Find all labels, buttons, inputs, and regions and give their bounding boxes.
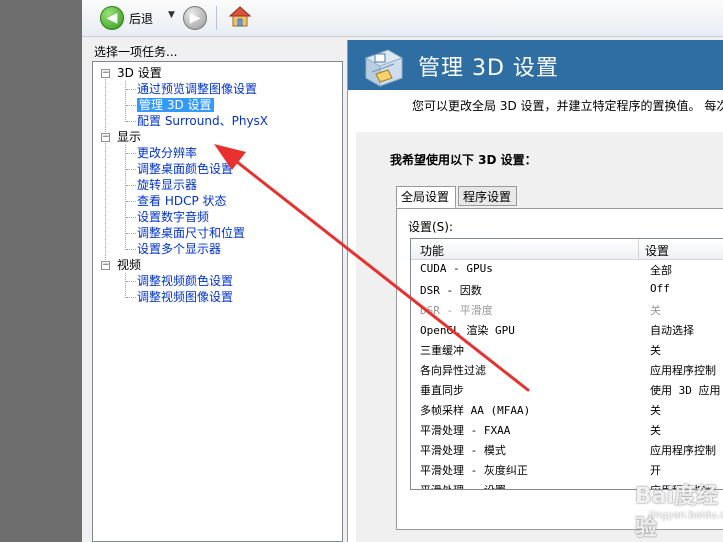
grid-header: 功能 设置 [411, 239, 723, 260]
nvidia-control-panel-window: ◀ 后退 ▼ ▶ 选择一项任务... − 3D 设置 通过预览调整图像设置 管理… [82, 0, 723, 542]
tree-item-desktop-size[interactable]: 调整桌面尺寸和位置 [137, 225, 245, 241]
tree-item-manage-3d-label: 管理 3D 设置 [137, 98, 214, 112]
tree-item-preview-image[interactable]: 通过预览调整图像设置 [137, 81, 257, 97]
setting-cell: 应用程序控制 [650, 364, 716, 377]
feature-cell: DSR - 平滑度 [420, 304, 493, 317]
feature-cell: DSR - 因数 [420, 284, 482, 297]
feature-cell: 垂直同步 [420, 384, 464, 397]
table-row[interactable]: 平滑处理 - 模式 应用程序控制 [411, 439, 723, 459]
tree-item-manage-3d[interactable]: 管理 3D 设置 [137, 97, 214, 113]
tab-global-settings[interactable]: 全局设置 [396, 186, 456, 208]
content-pane: 管理 3D 设置 您可以更改全局 3D 设置，并建立特定程序的置换值。 每次 我… [347, 40, 723, 542]
setting-cell: 全部 [650, 264, 672, 277]
back-label: 后退 [129, 11, 154, 26]
table-row[interactable]: 各向异性过滤 应用程序控制 [411, 359, 723, 379]
setting-cell: 开 [650, 464, 661, 477]
home-button[interactable] [228, 5, 252, 29]
tree-item-change-resolution[interactable]: 更改分辨率 [137, 145, 197, 161]
collapse-3d-icon[interactable]: − [101, 69, 110, 78]
forward-button[interactable]: ▶ [183, 6, 207, 30]
back-button[interactable]: ◀ 后退 [100, 6, 153, 30]
history-dropdown-icon[interactable]: ▼ [168, 10, 175, 20]
feature-cell: 平滑处理 - 模式 [420, 444, 506, 457]
feature-cell: 平滑处理 - 设置 [420, 482, 506, 489]
column-setting[interactable]: 设置 [645, 242, 669, 259]
tree-category-display[interactable]: 显示 [117, 129, 141, 145]
setting-cell: 使用 3D 应用 [650, 384, 721, 397]
column-feature[interactable]: 功能 [420, 242, 444, 259]
tree-connector [105, 73, 106, 266]
setting-cell: 应用程序控制 [650, 444, 716, 457]
tree-connector [125, 145, 126, 250]
toolbar-separator [216, 6, 217, 30]
setting-cell: 关 [650, 344, 661, 357]
page-title: 管理 3D 设置 [418, 56, 559, 81]
tree-item-video-color[interactable]: 调整视频颜色设置 [137, 273, 233, 289]
table-row[interactable]: CUDA - GPUs 全部 [411, 259, 723, 279]
column-separator [638, 239, 639, 259]
home-icon [228, 6, 252, 27]
task-tree: − 3D 设置 通过预览调整图像设置 管理 3D 设置 配置 Surround、… [92, 61, 343, 542]
back-arrow-icon: ◀ [100, 6, 124, 30]
setting-cell: Off [650, 282, 670, 295]
settings-list-label: 设置(S): [408, 220, 454, 234]
tree-item-rotate-display[interactable]: 旋转显示器 [137, 177, 197, 193]
tree-item-hdcp-status[interactable]: 查看 HDCP 状态 [137, 193, 227, 209]
task-pane-title: 选择一项任务... [94, 45, 178, 59]
feature-cell: 三重缓冲 [420, 344, 464, 357]
table-row[interactable]: 平滑处理 - 灰度纠正 开 [411, 459, 723, 479]
tree-category-3d[interactable]: 3D 设置 [117, 65, 162, 81]
setting-cell: 关 [650, 304, 661, 317]
feature-cell: 平滑处理 - 灰度纠正 [420, 464, 528, 477]
page-banner: 管理 3D 设置 [348, 40, 723, 90]
watermark-url: jingyan.baidu.com [649, 510, 723, 521]
tree-item-digital-audio[interactable]: 设置数字音频 [137, 209, 209, 225]
toolbar: ◀ 后退 ▼ ▶ [82, 0, 723, 37]
tree-connector [125, 81, 126, 122]
feature-cell: OpenGL 渲染 GPU [420, 324, 515, 337]
table-row[interactable]: 平滑处理 - FXAA 关 [411, 419, 723, 439]
collapse-display-icon[interactable]: − [101, 133, 110, 142]
feature-cell: 多帧采样 AA (MFAA) [420, 404, 531, 417]
setting-cell: 自动选择 [650, 324, 694, 337]
3d-settings-icon [364, 49, 404, 87]
table-row[interactable]: 三重缓冲 关 [411, 339, 723, 359]
settings-grid: 功能 设置 CUDA - GPUs 全部 DSR - 因数 Off DSR - 平滑度关… [410, 238, 723, 490]
tree-item-surround-physx[interactable]: 配置 Surround、PhysX [137, 113, 268, 129]
page-description: 您可以更改全局 3D 设置，并建立特定程序的置换值。 每次 [412, 99, 723, 113]
table-row[interactable]: DSR - 因数 Off [411, 279, 723, 299]
table-row[interactable]: DSR - 平滑度 关 [411, 299, 723, 319]
table-row[interactable]: 垂直同步 使用 3D 应用 [411, 379, 723, 399]
forward-arrow-icon: ▶ [183, 6, 207, 30]
tree-item-desktop-color[interactable]: 调整桌面颜色设置 [137, 161, 233, 177]
collapse-video-icon[interactable]: − [101, 261, 110, 270]
tree-connector [125, 273, 126, 298]
settings-heading: 我希望使用以下 3D 设置： [390, 153, 537, 167]
feature-cell: 各向异性过滤 [420, 364, 486, 377]
setting-cell: 关 [650, 404, 661, 417]
feature-cell: 平滑处理 - FXAA [420, 424, 511, 437]
feature-cell: CUDA - GPUs [420, 262, 493, 275]
table-row[interactable]: OpenGL 渲染 GPU 自动选择 [411, 319, 723, 339]
table-row[interactable]: 多帧采样 AA (MFAA) 关 [411, 399, 723, 419]
setting-cell: 关 [650, 424, 661, 437]
tree-category-video[interactable]: 视频 [117, 257, 141, 273]
tab-program-settings[interactable]: 程序设置 [458, 186, 517, 206]
tree-item-video-image[interactable]: 调整视频图像设置 [137, 289, 233, 305]
desktop-edge [0, 0, 83, 542]
tree-item-multiple-displays[interactable]: 设置多个显示器 [137, 241, 221, 257]
